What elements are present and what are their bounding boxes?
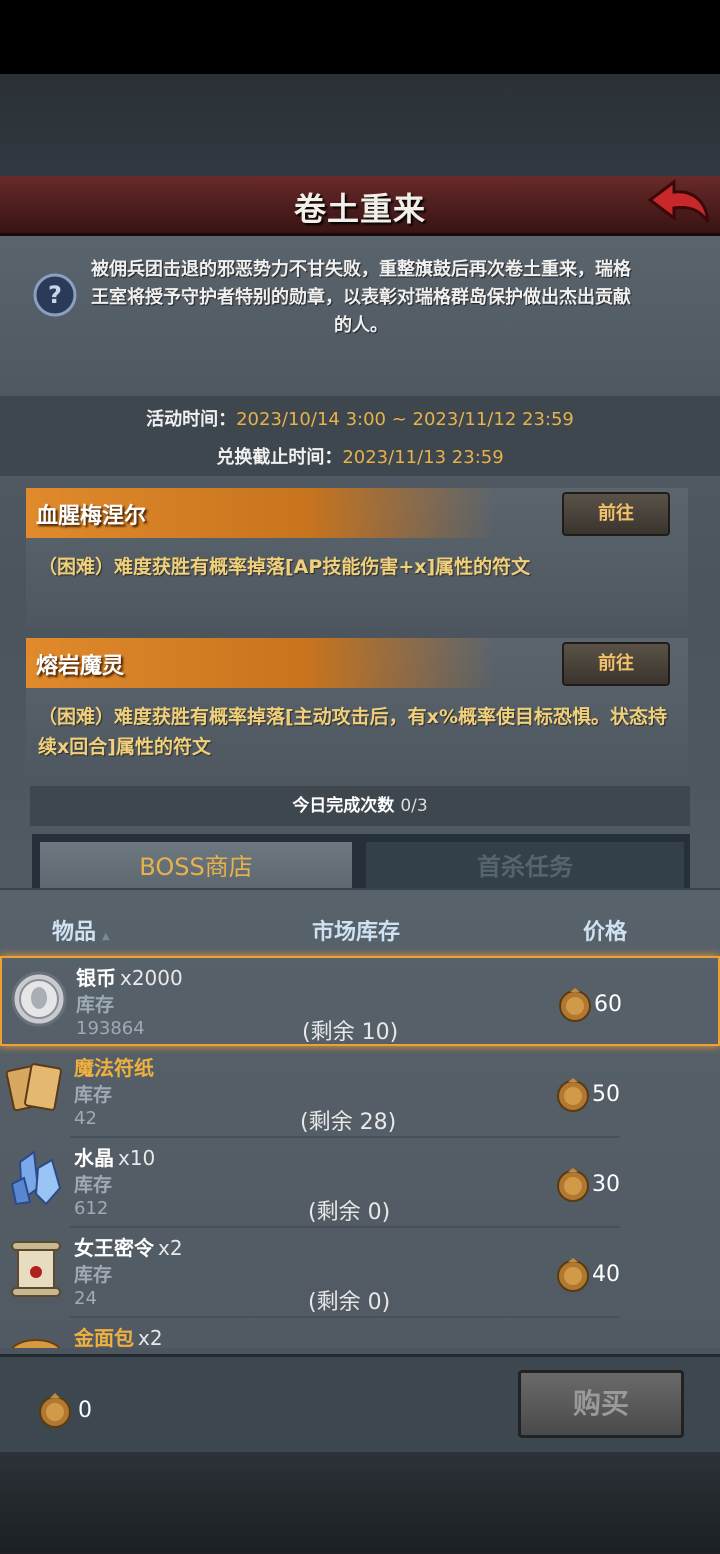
magic-paper-icon [6,1063,62,1112]
remaining-count: (剩余 28) [300,1110,397,1135]
item-name: 银币 x2000 [76,966,183,990]
bottom-background [0,1452,720,1554]
list-item[interactable]: 女王密令 x2 库存 24 (剩余 0) 40 [0,1228,720,1318]
item-name: 金面包 x2 [74,1326,163,1348]
item-name: 女王密令 x2 [74,1236,183,1260]
stock-label: 库存 [74,1084,113,1106]
event-description: 被佣兵团击退的邪恶势力不甘失败，重整旗鼓后再次卷土重来，瑞格王室将授予守护者特别… [91,259,631,336]
stock-value: 24 [74,1288,97,1309]
boss-drop-description: （困难）难度获胜有概率掉落[主动攻击后，有x%概率使目标恐惧。状态持续x回合]属… [38,706,667,758]
exchange-deadline-row: 兑换截止时间：2023/11/13 23:59 [0,443,720,469]
page-title: 卷土重来 [293,190,426,228]
event-time-row: 活动时间：2023/10/14 3:00 ~ 2023/11/12 23:59 [0,405,720,431]
boss-card: 熔岩魔灵 前往 （困难）难度获胜有概率掉落[主动攻击后，有x%概率使目标恐惧。状… [26,638,688,784]
medal-coin-icon [557,1078,589,1112]
column-header-stock: 市场库存 [312,920,401,945]
tab-boss-shop[interactable]: BOSS商店 [40,842,352,892]
sort-ascending-icon: ▲ [102,931,110,942]
item-name: 魔法符纸 [74,1056,154,1080]
stock-value: 42 [74,1108,97,1129]
bread-icon [11,1339,61,1348]
boss-name: 血腥梅涅尔 [36,504,147,529]
tab-first-kill[interactable]: 首杀任务 [366,842,684,892]
stock-label: 库存 [76,994,115,1016]
stock-value: 612 [74,1198,109,1219]
column-header-item[interactable]: 物品 ▲ [52,914,110,946]
medal-coin-icon [39,1393,71,1428]
boss-drop-description: （困难）难度获胜有概率掉落[AP技能伤害+x]属性的符文 [38,556,531,578]
silver-coin-icon [11,971,67,1027]
column-header-price: 价格 [583,920,628,945]
daily-count-bar: 今日完成次数 0/3 [30,786,690,826]
stock-value: 193864 [76,1018,145,1039]
medal-coin-icon [557,1168,589,1202]
daily-count-value: 0/3 [400,796,428,816]
shop-list[interactable]: 银币 x2000 库存 193864 (剩余 10) 60 魔法符纸 库存 42 … [0,888,720,1348]
top-background [0,74,720,176]
exchange-deadline-label: 兑换截止时间： [216,447,343,468]
boss-card: 血腥梅涅尔 前往 （困难）难度获胜有概率掉落[AP技能伤害+x]属性的符文 [26,488,688,628]
medal-coin-icon [559,988,591,1022]
buy-button[interactable]: 购买 [518,1370,684,1438]
go-button[interactable]: 前往 [562,492,670,536]
scroll-icon [11,1241,61,1297]
medal-coin-icon [557,1258,589,1292]
remaining-count: (剩余 0) [308,1290,391,1315]
list-item[interactable]: 银币 x2000 库存 193864 (剩余 10) 60 [0,956,720,1046]
back-arrow-icon[interactable] [646,178,712,228]
daily-count-label: 今日完成次数 [292,796,395,816]
event-time-value: 2023/10/14 3:00 ~ 2023/11/12 23:59 [236,409,574,430]
remaining-count: (剩余 10) [302,1020,399,1045]
title-bar: 卷土重来 [0,176,720,236]
stock-label: 库存 [74,1174,113,1196]
help-question-icon[interactable]: ? [32,272,78,318]
stock-label: 库存 [74,1264,113,1286]
item-name: 水晶 x10 [74,1146,156,1170]
boss-name: 熔岩魔灵 [36,654,125,679]
event-time-label: 活动时间： [146,409,237,430]
svg-text:?: ? [48,281,62,309]
status-bar [0,0,720,74]
list-item[interactable]: 水晶 x10 库存 612 (剩余 0) 30 [0,1138,720,1228]
crystal-icon [10,1150,62,1206]
list-item[interactable]: 金面包 x2 [0,1318,720,1348]
exchange-deadline-value: 2023/11/13 23:59 [342,447,504,468]
go-button[interactable]: 前往 [562,642,670,686]
list-item[interactable]: 魔法符纸 库存 42 (剩余 28) 50 [0,1048,720,1138]
remaining-count: (剩余 0) [308,1200,391,1225]
